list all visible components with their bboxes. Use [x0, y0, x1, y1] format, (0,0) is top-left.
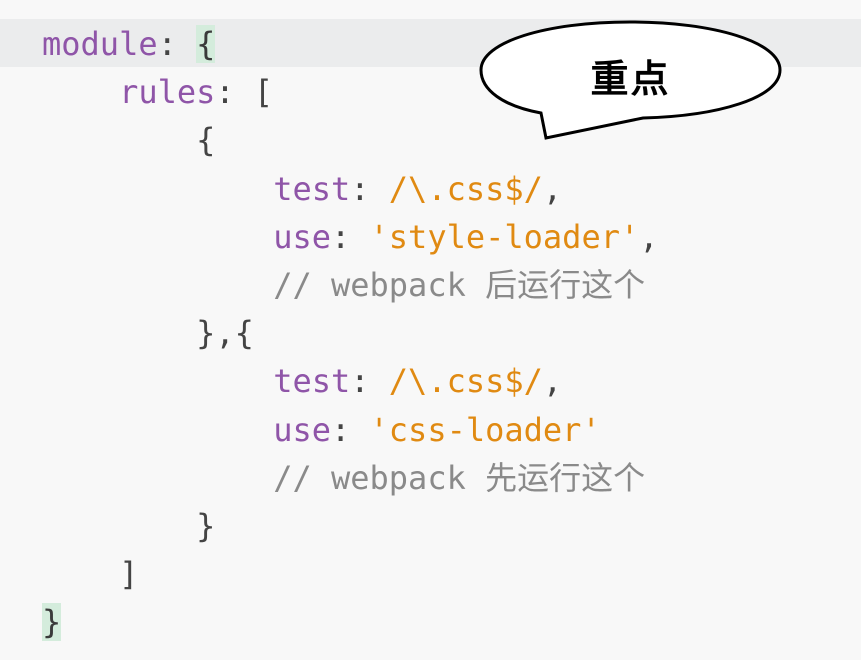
code-string: /\.css$/	[388, 362, 543, 401]
code-punctuation: :	[350, 362, 389, 401]
code-string: 'css-loader'	[369, 410, 601, 449]
code-punctuation: }	[196, 506, 216, 545]
code-comment: // webpack 后运行这个	[273, 265, 646, 304]
code-string: 'style-loader'	[369, 217, 640, 256]
matched-bracket: {	[196, 25, 216, 63]
code-punctuation: :	[157, 25, 197, 63]
code-punctuation: :	[330, 217, 370, 256]
code-comment: // webpack 先运行这个	[273, 458, 646, 497]
code-punctuation: :	[350, 169, 389, 208]
code-keyword: test	[273, 362, 351, 401]
code-keyword: rules	[119, 73, 216, 112]
code-line[interactable]: },{	[42, 309, 659, 357]
code-line[interactable]: }	[42, 598, 659, 646]
code-line[interactable]: // webpack 先运行这个	[42, 454, 659, 502]
code-line[interactable]: test: /\.css$/,	[42, 165, 659, 213]
code-keyword: use	[273, 217, 331, 256]
code-punctuation: ]	[119, 555, 139, 594]
code-line[interactable]: test: /\.css$/,	[42, 357, 659, 405]
callout-label: 重点	[590, 57, 671, 101]
code-punctuation: : [	[215, 73, 274, 112]
code-punctuation: ,	[542, 362, 563, 401]
code-keyword: use	[273, 410, 331, 449]
code-line[interactable]: use: 'style-loader',	[42, 213, 659, 261]
code-punctuation: ,	[639, 217, 659, 256]
code-line[interactable]: }	[42, 502, 659, 550]
code-keyword: test	[273, 169, 351, 208]
code-punctuation: {	[196, 121, 216, 160]
code-punctuation: ,	[542, 169, 563, 208]
code-punctuation: },{	[196, 314, 254, 353]
code-line[interactable]: use: 'css-loader'	[42, 406, 659, 454]
speech-bubble-callout: 重点	[478, 20, 783, 142]
matched-bracket: }	[42, 603, 62, 642]
code-line[interactable]: ]	[42, 550, 659, 598]
code-line[interactable]: // webpack 后运行这个	[42, 261, 659, 309]
code-punctuation: :	[330, 410, 370, 449]
code-string: /\.css$/	[388, 169, 543, 208]
code-keyword: module	[42, 25, 158, 63]
